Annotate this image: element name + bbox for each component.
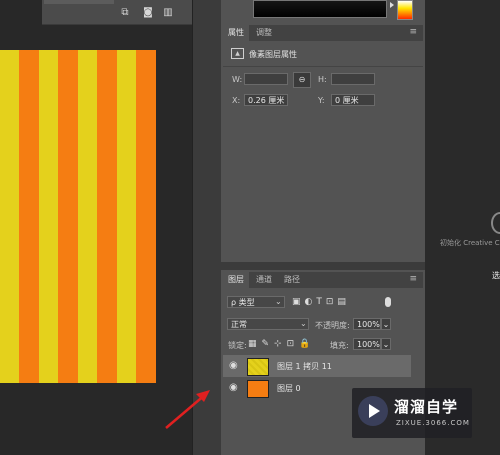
filter-toggle-icon[interactable] [385,297,391,307]
watermark-url: ZIXUE.3066.COM [396,419,470,427]
hue-slider[interactable] [397,0,413,20]
lock-icons[interactable]: ▦✎⊹⊡🔒 [248,337,328,351]
layers-menu-icon[interactable]: ≡ [409,274,417,284]
height-field[interactable] [331,73,375,85]
fill-field[interactable]: 100% [353,338,381,350]
y-label: Y: [318,96,325,105]
watermark-brand: 溜溜自学 [394,398,459,416]
red-arrow-icon [165,390,210,429]
chevron-down-icon: ⌄ [300,319,307,328]
layer-name[interactable]: 图层 0 [277,383,301,394]
adjustment-icon[interactable]: ⧉ [119,8,131,18]
chevron-down-icon: ⌄ [275,297,282,306]
w-label: W: [232,75,243,84]
hue-slider-marker-icon [390,2,394,8]
trash-icon[interactable]: ▥ [162,8,174,18]
x-label: X: [232,96,241,105]
pixel-layer-icon: ▲ [231,48,244,59]
lock-label: 锁定: [228,341,247,350]
properties-tabbar: 属性 调整 ≡ [223,25,423,41]
properties-header: ▲ 像素图层属性 [223,41,423,67]
init-text: 初始化 Creative C [440,239,500,247]
mini-panel-strip [44,0,114,4]
opacity-dropdown-icon[interactable]: ⌄ [381,318,391,330]
panel-divider [221,262,425,270]
tab-adjustments[interactable]: 调整 [251,25,277,41]
layer-name[interactable]: 图层 1 拷贝 11 [277,361,332,372]
right-workspace [425,0,500,455]
layer-thumbnail [247,358,269,376]
tab-properties[interactable]: 属性 [223,25,249,41]
eye-icon[interactable]: ◉ [229,382,238,393]
tab-layers[interactable]: 图层 [223,272,249,288]
color-picker-field[interactable] [253,0,387,18]
play-logo-icon [358,396,388,426]
h-label: H: [318,75,327,84]
tab-paths[interactable]: 路径 [279,272,305,288]
panel-menu-icon[interactable]: ≡ [409,27,417,37]
eye-icon[interactable]: ◉ [229,360,238,371]
watermark: 溜溜自学 ZIXUE.3066.COM [352,388,472,438]
tab-channels[interactable]: 通道 [251,272,277,288]
opacity-field[interactable]: 100% [353,318,381,330]
opacity-label: 不透明度: [315,321,350,330]
link-icon[interactable]: ⊖ [293,72,311,88]
striped-artwork[interactable] [0,50,156,383]
y-field[interactable]: 0 厘米 [331,94,375,106]
blend-mode-select[interactable]: 正常 [227,318,309,330]
layer-row[interactable]: ◉ 图层 1 拷贝 11 [223,355,411,377]
fill-label: 填充: [330,341,349,350]
cut-text: 选 [492,271,500,280]
properties-section-title: 像素图层属性 [249,50,297,59]
layer-thumbnail [247,380,269,398]
x-field[interactable]: 0.26 厘米 [244,94,288,106]
layer-filter-icons[interactable]: ▣◐T⊡▤ [292,295,392,309]
fill-dropdown-icon[interactable]: ⌄ [381,338,391,350]
width-field[interactable] [244,73,288,85]
camera-icon[interactable]: ◙ [142,8,154,18]
layers-tabbar: 图层 通道 路径 ≡ [223,272,423,288]
